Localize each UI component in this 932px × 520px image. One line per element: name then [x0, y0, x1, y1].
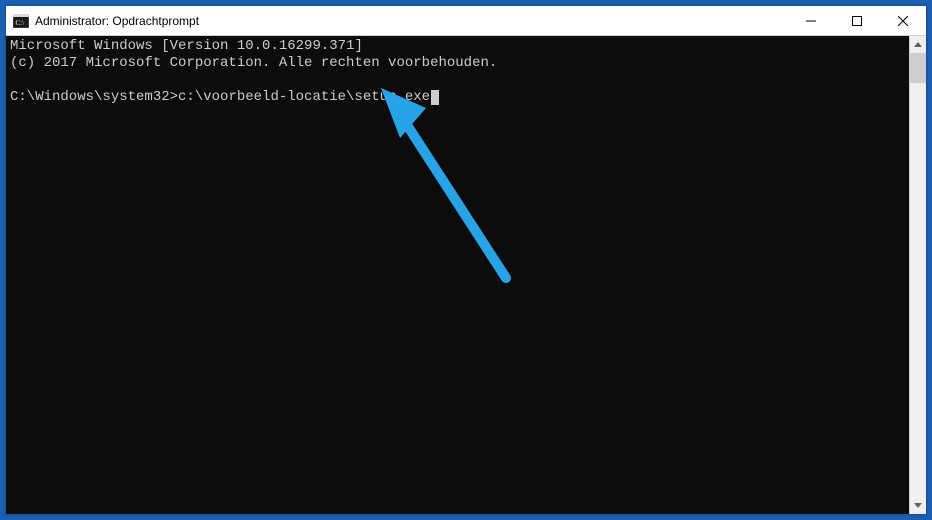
scroll-track[interactable]	[910, 53, 926, 497]
scroll-down-button[interactable]	[910, 497, 926, 514]
close-button[interactable]	[880, 6, 926, 35]
terminal-area: Microsoft Windows [Version 10.0.16299.37…	[6, 36, 926, 514]
scroll-thumb[interactable]	[910, 53, 926, 83]
maximize-button[interactable]	[834, 6, 880, 35]
terminal[interactable]: Microsoft Windows [Version 10.0.16299.37…	[6, 36, 909, 514]
cursor	[431, 90, 439, 105]
terminal-line: Microsoft Windows [Version 10.0.16299.37…	[10, 38, 363, 54]
svg-text:C:\: C:\	[16, 19, 25, 27]
minimize-button[interactable]	[788, 6, 834, 35]
arrow-annotation-icon	[366, 78, 546, 308]
command-prompt-window: C:\ Administrator: Opdrachtprompt Micros…	[6, 6, 926, 514]
prompt-text: C:\Windows\system32>	[10, 89, 178, 105]
window-controls	[788, 6, 926, 35]
window-title: Administrator: Opdrachtprompt	[35, 14, 199, 28]
command-text: c:\voorbeeld-locatie\setup.exe	[178, 89, 430, 105]
titlebar[interactable]: C:\ Administrator: Opdrachtprompt	[6, 6, 926, 36]
vertical-scrollbar[interactable]	[909, 36, 926, 514]
command-prompt-icon: C:\	[13, 14, 29, 28]
terminal-line: (c) 2017 Microsoft Corporation. Alle rec…	[10, 55, 497, 71]
scroll-up-button[interactable]	[910, 36, 926, 53]
